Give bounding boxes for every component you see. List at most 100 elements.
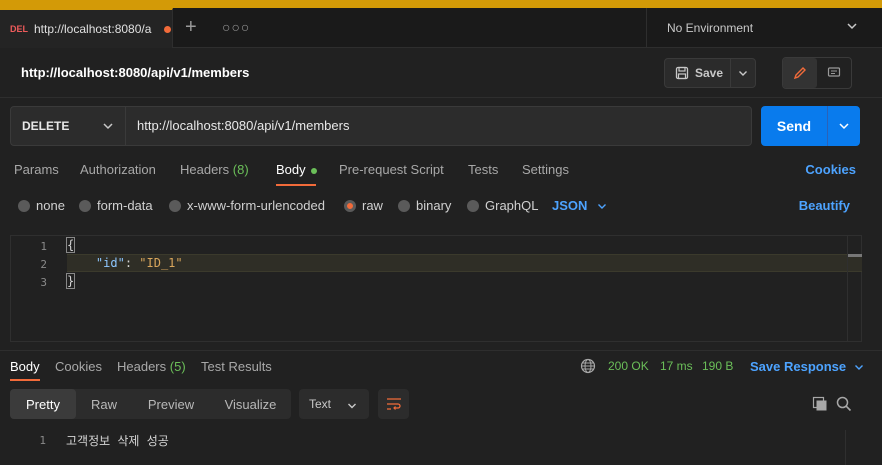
radio-icon bbox=[169, 199, 181, 212]
request-tabs: Params Authorization Headers (8) Body Pr… bbox=[0, 154, 882, 188]
view-preview-button[interactable]: Preview bbox=[132, 389, 210, 419]
body-option-none-label: none bbox=[36, 198, 65, 213]
ellipsis-icon[interactable]: ○○○ bbox=[222, 19, 250, 35]
url-input[interactable]: http://localhost:8080/api/v1/members bbox=[126, 106, 752, 146]
tab-settings[interactable]: Settings bbox=[522, 162, 569, 177]
response-tab-body[interactable]: Body bbox=[10, 359, 40, 374]
plus-icon[interactable]: + bbox=[185, 17, 197, 37]
body-option-graphql[interactable]: GraphQL bbox=[467, 198, 538, 213]
response-format-select[interactable]: Text bbox=[299, 389, 369, 419]
save-options-button[interactable] bbox=[731, 68, 755, 78]
chevron-down-icon bbox=[855, 364, 864, 370]
line-number: 2 bbox=[40, 258, 47, 271]
tab-params[interactable]: Params bbox=[14, 162, 59, 177]
radio-icon bbox=[79, 199, 91, 212]
chevron-down-icon bbox=[598, 203, 607, 209]
body-option-raw-label: raw bbox=[362, 198, 383, 213]
scroll-marker bbox=[848, 254, 862, 257]
request-body-editor[interactable]: 1 2 3 { "id": "ID_1" } bbox=[10, 235, 862, 342]
response-tab-headers[interactable]: Headers (5) bbox=[117, 359, 186, 374]
response-text: 고객정보 삭제 성공 bbox=[66, 434, 169, 448]
response-size[interactable]: 190 B bbox=[702, 359, 733, 373]
send-button-group: Send bbox=[761, 106, 860, 146]
request-header: http://localhost:8080/api/v1/members Sav… bbox=[0, 48, 882, 98]
save-button-group: Save bbox=[664, 58, 756, 88]
body-option-none[interactable]: none bbox=[18, 198, 65, 213]
body-option-raw[interactable]: raw bbox=[344, 198, 383, 213]
radio-icon bbox=[18, 199, 30, 212]
beautify-button[interactable]: Beautify bbox=[799, 198, 850, 213]
save-label: Save bbox=[695, 66, 724, 80]
view-mode-toggle bbox=[782, 57, 852, 89]
code-brace: { bbox=[65, 237, 76, 253]
method-select[interactable]: DELETE bbox=[10, 106, 126, 146]
body-option-urlencoded[interactable]: x-www-form-urlencoded bbox=[169, 198, 325, 213]
active-line-highlight bbox=[67, 254, 862, 272]
radio-selected-icon bbox=[344, 199, 356, 212]
tab-body[interactable]: Body bbox=[276, 162, 317, 177]
view-visualize-button[interactable]: Visualize bbox=[210, 389, 291, 419]
request-title: http://localhost:8080/api/v1/members bbox=[21, 65, 250, 80]
radio-icon bbox=[398, 199, 410, 212]
edit-mode-button[interactable] bbox=[783, 58, 817, 88]
code-line: "id": "ID_1" bbox=[67, 256, 183, 270]
send-button[interactable]: Send bbox=[761, 106, 828, 146]
body-option-form-data-label: form-data bbox=[97, 198, 153, 213]
response-tabs: Body Cookies Headers (5) Test Results 20… bbox=[0, 350, 882, 381]
comment-icon bbox=[827, 67, 841, 77]
request-tab[interactable]: DEL http://localhost:8080/a bbox=[0, 8, 173, 48]
environment-selector[interactable]: No Environment bbox=[646, 8, 882, 48]
body-option-binary[interactable]: binary bbox=[398, 198, 451, 213]
json-colon: : bbox=[124, 256, 140, 270]
body-format-value: JSON bbox=[552, 198, 588, 213]
response-body[interactable]: 1 고객정보 삭제 성공 bbox=[10, 430, 862, 465]
response-scrollbar[interactable] bbox=[845, 430, 859, 465]
copy-icon[interactable] bbox=[812, 396, 828, 412]
code-line: { bbox=[65, 237, 76, 253]
body-option-graphql-label: GraphQL bbox=[485, 198, 539, 213]
response-format-value: Text bbox=[309, 397, 332, 411]
line-number: 3 bbox=[40, 276, 47, 289]
tab-headers-count: (8) bbox=[232, 162, 249, 177]
save-icon bbox=[675, 66, 689, 80]
view-raw-button[interactable]: Raw bbox=[76, 389, 132, 419]
globe-icon[interactable] bbox=[580, 358, 596, 374]
chevron-down-icon bbox=[348, 403, 356, 409]
response-tab-cookies[interactable]: Cookies bbox=[55, 359, 102, 374]
body-format-select[interactable]: JSON bbox=[552, 198, 607, 213]
editor-scrollbar[interactable] bbox=[847, 236, 862, 341]
json-value: "ID_1" bbox=[139, 256, 183, 270]
search-icon[interactable] bbox=[836, 396, 852, 412]
radio-icon bbox=[467, 199, 479, 212]
send-options-button[interactable] bbox=[828, 106, 860, 146]
body-option-form-data[interactable]: form-data bbox=[79, 198, 153, 213]
chevron-down-icon bbox=[839, 123, 849, 130]
comments-mode-button[interactable] bbox=[817, 58, 851, 88]
response-tab-headers-label: Headers bbox=[117, 359, 167, 374]
tab-authorization[interactable]: Authorization bbox=[80, 162, 156, 177]
json-key: "id" bbox=[95, 256, 125, 270]
line-number: 1 bbox=[40, 240, 47, 253]
chevron-down-icon bbox=[739, 71, 747, 76]
body-option-binary-label: binary bbox=[416, 198, 452, 213]
tab-headers[interactable]: Headers (8) bbox=[180, 162, 249, 177]
request-tab-title: http://localhost:8080/a bbox=[34, 22, 152, 36]
save-response-button[interactable]: Save Response bbox=[750, 359, 864, 374]
request-tab-strip: DEL http://localhost:8080/a + ○○○ No Env… bbox=[0, 8, 882, 48]
response-tab-test-results[interactable]: Test Results bbox=[201, 359, 272, 374]
response-status[interactable]: 200 OK bbox=[608, 359, 649, 373]
request-tab-method: DEL bbox=[10, 24, 28, 34]
window-accent-bar bbox=[0, 0, 882, 8]
save-button[interactable]: Save bbox=[665, 59, 731, 87]
tab-body-label: Body bbox=[276, 162, 306, 177]
method-value: DELETE bbox=[22, 119, 70, 133]
response-time[interactable]: 17 ms bbox=[660, 359, 693, 373]
active-tab-indicator bbox=[276, 184, 316, 186]
wrap-lines-button[interactable] bbox=[378, 389, 409, 419]
environment-label: No Environment bbox=[667, 21, 754, 35]
view-pretty-button[interactable]: Pretty bbox=[10, 389, 76, 419]
tab-prerequest-script[interactable]: Pre-request Script bbox=[339, 162, 444, 177]
tab-tests[interactable]: Tests bbox=[468, 162, 498, 177]
pencil-icon bbox=[793, 67, 806, 80]
cookies-link[interactable]: Cookies bbox=[805, 162, 856, 177]
